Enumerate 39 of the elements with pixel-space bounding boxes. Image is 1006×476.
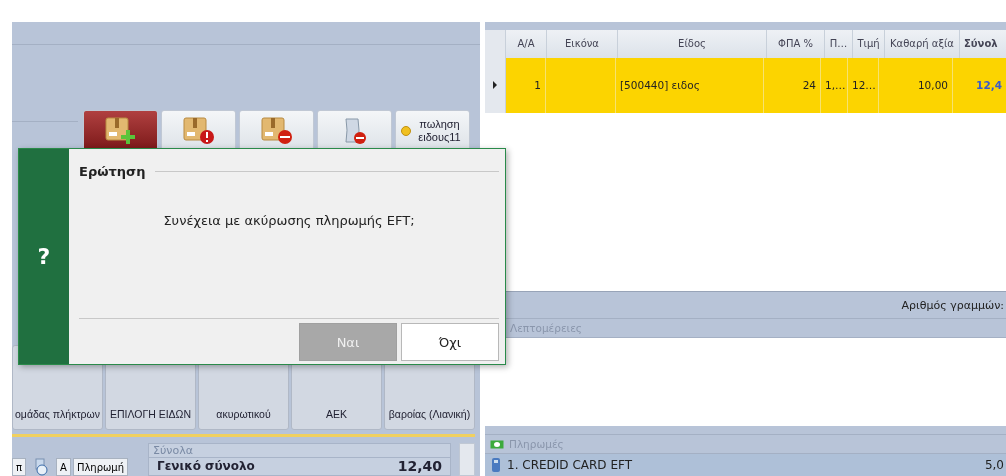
column-header[interactable]: Τιμή — [853, 30, 885, 58]
card-terminal-icon — [491, 457, 501, 473]
dialog-button[interactable]: Όχι — [401, 323, 499, 361]
table-cell: [500440] ειδος — [620, 79, 700, 92]
row-pointer-icon — [493, 81, 497, 90]
box-alert-icon — [181, 116, 216, 146]
box-plus-icon — [103, 116, 138, 146]
payment-amount: 5,0 — [984, 458, 1005, 472]
scrollbar[interactable] — [459, 443, 475, 476]
column-header[interactable]: Α/Α — [506, 30, 547, 58]
grand-total-label: Γενικό σύνολο — [157, 459, 255, 473]
column-header[interactable]: Π… — [825, 30, 853, 58]
dialog-message: Συνέχεια με ακύρωσης πληρωμής EFT; — [79, 193, 499, 319]
table-cell: 12,4 — [976, 79, 1002, 92]
quick-button[interactable]: π — [12, 458, 27, 476]
totals-title: Σύνολα — [149, 444, 450, 458]
table-cell: 24 — [802, 79, 816, 92]
quick-button[interactable]: Πληρωμή — [72, 458, 129, 476]
table-row[interactable]: 1 [500440] ειδος 24 1,… 12… 10,00 12,4 — [485, 57, 1006, 113]
column-header[interactable]: Σύνολ — [960, 30, 1006, 58]
row-header-corner — [485, 30, 506, 58]
box-minus-icon — [259, 116, 294, 146]
table-cell: 1,… — [825, 79, 846, 92]
column-header[interactable]: Εικόνα — [547, 30, 618, 58]
payment-label: 1. CREDID CARD EFT — [507, 458, 633, 472]
table-cell: 1 — [534, 79, 541, 92]
table-cell: 10,00 — [917, 79, 948, 92]
coin-icon — [400, 126, 411, 136]
question-mark-icon: ? — [37, 244, 51, 269]
quick-button[interactable]: Α — [56, 458, 71, 476]
column-header[interactable]: Είδος — [618, 30, 767, 58]
column-header[interactable]: ΦΠΑ % — [767, 30, 825, 58]
column-header[interactable]: Καθαρή αξία — [885, 30, 960, 58]
row-count-label: Αριθμός γραμμών: — [901, 298, 1005, 312]
payment-row[interactable]: 1. CREDID CARD EFT 5,0 — [485, 454, 1006, 476]
grand-total-value: 12,40 — [397, 458, 442, 474]
table-cell: 12… — [852, 79, 876, 92]
cash-icon — [490, 439, 504, 449]
dialog-title: Ερώτηση — [79, 163, 146, 179]
